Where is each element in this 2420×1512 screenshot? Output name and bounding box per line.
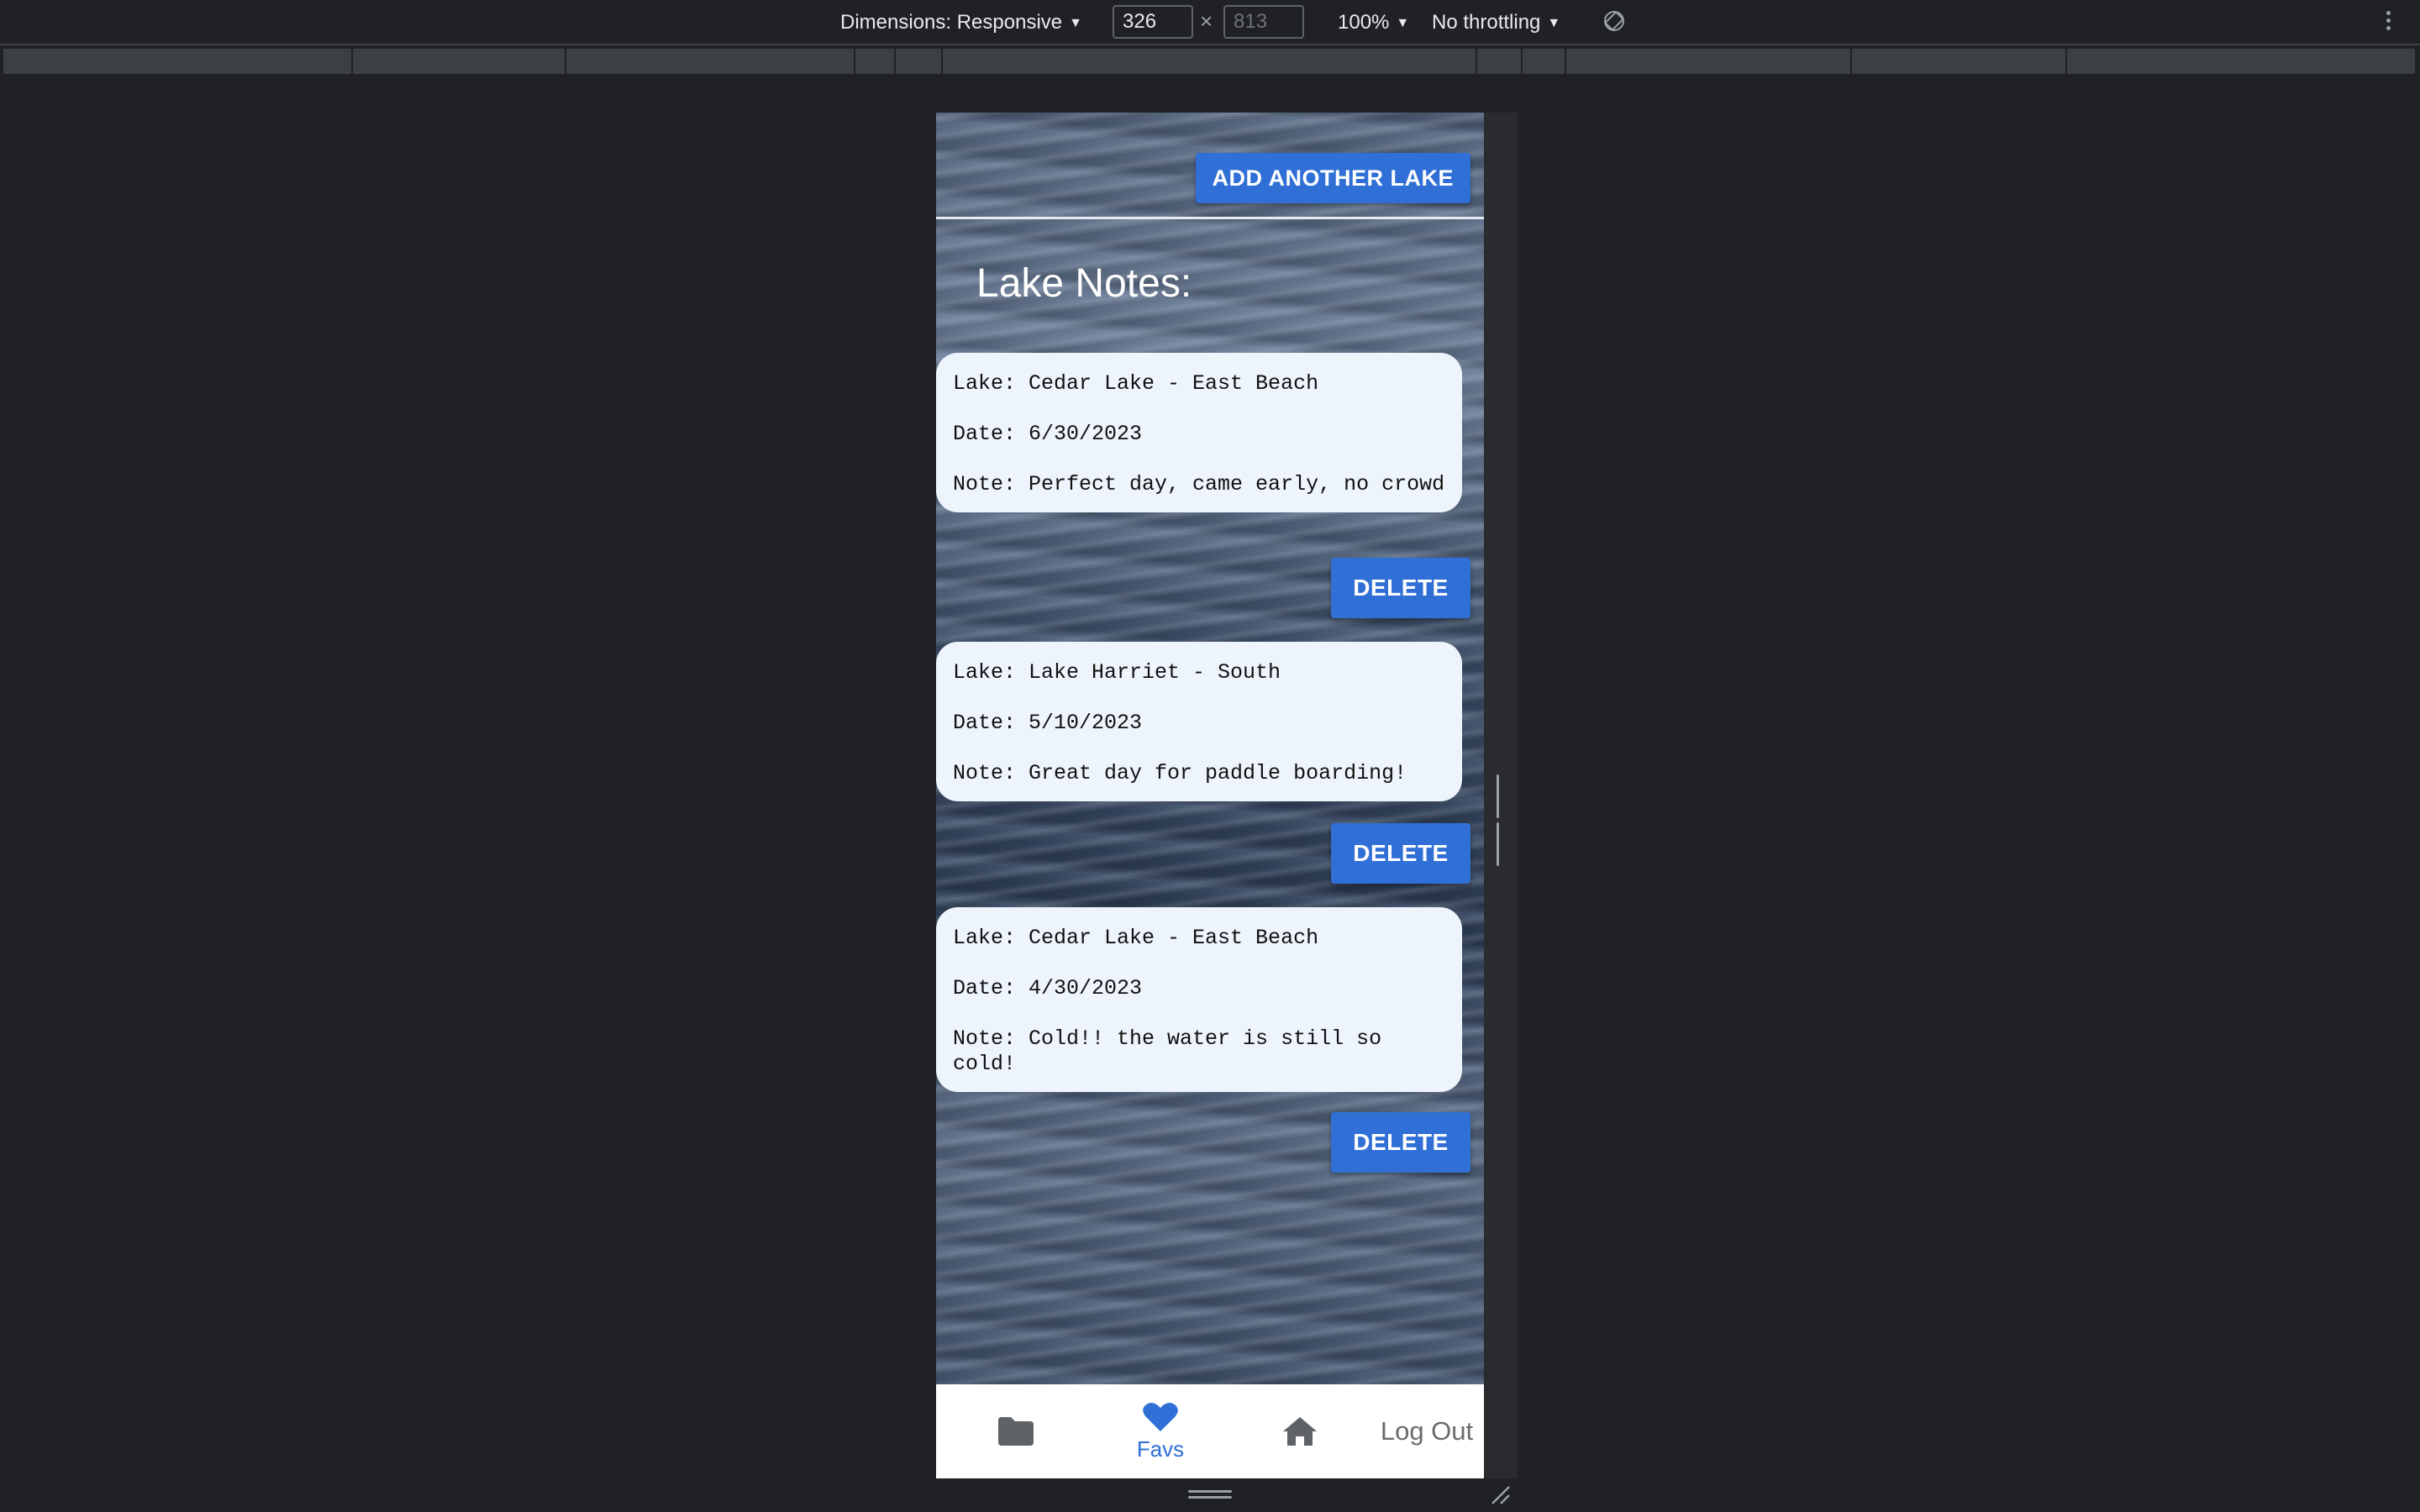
resize-corner-icon[interactable] [1489, 1483, 1511, 1505]
media-query-bar [0, 47, 2420, 76]
media-query-segment[interactable] [566, 49, 855, 74]
note-card: Lake: Lake Harriet - South Date: 5/10/20… [936, 642, 1462, 801]
nav-home[interactable] [1254, 1384, 1346, 1478]
times-symbol: × [1200, 8, 1213, 34]
note-card: Lake: Cedar Lake - East Beach Date: 6/30… [936, 353, 1462, 512]
note-text: Note: Perfect day, came early, no crowd [953, 472, 1445, 496]
note-lake: Lake: Cedar Lake - East Beach [953, 926, 1319, 950]
device-viewport: ADD ANOTHER LAKE Lake Notes: Lake: Cedar… [936, 113, 1484, 1478]
note-card: Lake: Cedar Lake - East Beach Date: 4/30… [936, 907, 1462, 1092]
resize-side-handle[interactable] [1497, 774, 1505, 866]
note-date: Date: 5/10/2023 [953, 711, 1143, 735]
divider [936, 217, 1484, 219]
add-another-lake-button[interactable]: ADD ANOTHER LAKE [1195, 153, 1470, 203]
devtools-toolbar: Dimensions: Responsive ▼ × 100% ▼ No throt… [0, 0, 2420, 45]
nav-favs[interactable]: Favs [1114, 1384, 1207, 1478]
height-input[interactable] [1223, 5, 1304, 39]
delete-button[interactable]: DELETE [1331, 823, 1470, 884]
chevron-down-icon: ▼ [1547, 16, 1561, 30]
note-text: Note: Great day for paddle boarding! [953, 761, 1407, 785]
note-date: Date: 6/30/2023 [953, 422, 1143, 446]
note-lake: Lake: Lake Harriet - South [953, 660, 1281, 685]
media-query-segment[interactable] [896, 49, 943, 74]
zoom-dropdown[interactable]: 100% ▼ [1338, 11, 1409, 35]
note-lake: Lake: Cedar Lake - East Beach [953, 371, 1319, 396]
zoom-label: 100% [1338, 11, 1390, 34]
media-query-segment[interactable] [1523, 49, 1566, 74]
nav-favs-label: Favs [1136, 1436, 1185, 1462]
resize-bottom-handle[interactable] [1188, 1490, 1232, 1502]
chevron-down-icon: ▼ [1396, 16, 1410, 30]
width-input[interactable] [1113, 5, 1193, 39]
log-out-label: Log Out [1380, 1416, 1474, 1446]
folder-icon [998, 1417, 1034, 1446]
throttling-label: No throttling [1432, 11, 1541, 34]
media-query-segment[interactable] [353, 49, 566, 74]
home-icon [1283, 1417, 1317, 1446]
more-options-icon[interactable] [2380, 8, 2396, 35]
note-date: Date: 4/30/2023 [953, 976, 1143, 1000]
media-query-segment[interactable] [943, 49, 1477, 74]
dimensions-dropdown[interactable]: Dimensions: Responsive ▼ [840, 11, 1082, 35]
chevron-down-icon: ▼ [1069, 16, 1082, 30]
note-text: Note: Cold!! the water is still so cold! [953, 1026, 1382, 1076]
rotate-icon[interactable] [1602, 8, 1627, 34]
bottom-nav: Favs Log Out [936, 1384, 1484, 1478]
media-query-segment[interactable] [2067, 49, 2417, 74]
throttling-dropdown[interactable]: No throttling ▼ [1432, 11, 1560, 35]
page-title: Lake Notes: [976, 261, 1192, 306]
delete-button[interactable]: DELETE [1331, 1112, 1470, 1173]
dimensions-label: Dimensions: Responsive [840, 11, 1063, 34]
delete-button[interactable]: DELETE [1331, 558, 1470, 618]
media-query-segment[interactable] [1566, 49, 1852, 74]
media-query-segment[interactable] [3, 49, 353, 74]
media-query-segment[interactable] [1477, 49, 1523, 74]
nav-folder[interactable] [970, 1384, 1062, 1478]
nav-logout[interactable]: Log Out [1370, 1384, 1484, 1478]
heart-icon [1143, 1402, 1178, 1431]
media-query-segment[interactable] [1852, 49, 2067, 74]
media-query-segment[interactable] [855, 49, 896, 74]
